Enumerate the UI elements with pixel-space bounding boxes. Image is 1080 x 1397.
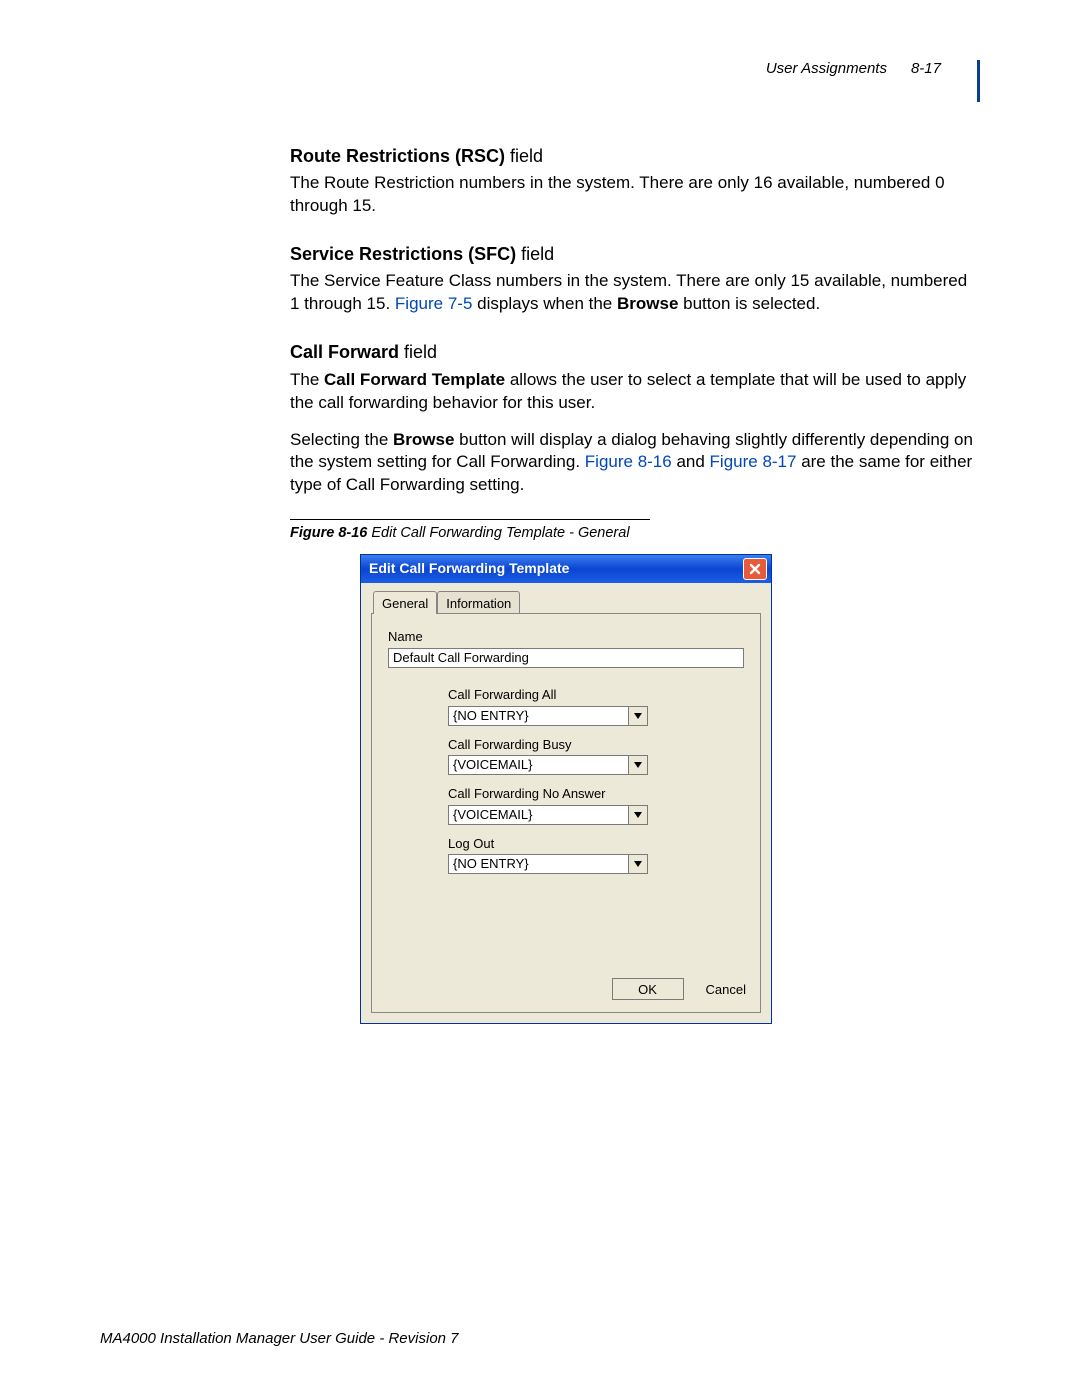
header-divider	[977, 60, 980, 102]
header-page-number: 8-17	[911, 60, 941, 77]
name-label: Name	[388, 628, 744, 646]
logout-label: Log Out	[448, 835, 744, 853]
forwarding-fields: Call Forwarding All {NO ENTRY} Call Forw…	[448, 686, 744, 874]
name-input[interactable]	[388, 648, 744, 668]
rsc-heading: Route Restrictions (RSC) field	[290, 144, 980, 168]
cf-busy-select[interactable]: {VOICEMAIL}	[448, 755, 648, 775]
close-button[interactable]	[743, 558, 767, 580]
figure-rule	[290, 519, 650, 520]
chevron-down-icon	[628, 855, 647, 873]
chevron-down-icon	[628, 806, 647, 824]
tab-panel-general: Name Call Forwarding All {NO ENTRY} Call…	[371, 613, 761, 1013]
dialog-titlebar[interactable]: Edit Call Forwarding Template	[361, 555, 771, 583]
close-icon	[749, 563, 761, 575]
chevron-down-icon	[628, 707, 647, 725]
rsc-body: The Route Restriction numbers in the sys…	[290, 172, 980, 218]
xref-figure-8-16[interactable]: Figure 8-16	[585, 452, 672, 471]
xref-figure-8-17[interactable]: Figure 8-17	[710, 452, 797, 471]
chevron-down-icon	[628, 756, 647, 774]
cf-body-1: The Call Forward Template allows the use…	[290, 369, 980, 415]
cf-noanswer-label: Call Forwarding No Answer	[448, 785, 744, 803]
tab-information[interactable]: Information	[437, 591, 520, 615]
dialog-title: Edit Call Forwarding Template	[369, 559, 569, 578]
cf-busy-label: Call Forwarding Busy	[448, 736, 744, 754]
cf-heading: Call Forward field	[290, 340, 980, 364]
xref-figure-7-5[interactable]: Figure 7-5	[395, 294, 472, 313]
logout-select[interactable]: {NO ENTRY}	[448, 854, 648, 874]
header-section: User Assignments	[766, 60, 887, 77]
cf-all-select[interactable]: {NO ENTRY}	[448, 706, 648, 726]
ok-button[interactable]: OK	[612, 978, 684, 1000]
cancel-button[interactable]: Cancel	[706, 981, 746, 999]
sfc-body: The Service Feature Class numbers in the…	[290, 270, 980, 316]
figure-caption: Figure 8-16 Edit Call Forwarding Templat…	[290, 524, 980, 544]
sfc-heading: Service Restrictions (SFC) field	[290, 242, 980, 266]
cf-all-label: Call Forwarding All	[448, 686, 744, 704]
page-header: User Assignments 8-17	[766, 60, 980, 102]
cf-noanswer-select[interactable]: {VOICEMAIL}	[448, 805, 648, 825]
page-footer: MA4000 Installation Manager User Guide -…	[100, 1330, 459, 1347]
tab-general[interactable]: General	[373, 591, 437, 615]
body-content: Route Restrictions (RSC) field The Route…	[290, 144, 980, 1024]
dialog-edit-call-forwarding: Edit Call Forwarding Template General In…	[360, 554, 772, 1025]
dialog-tabs: General Information	[373, 591, 761, 615]
cf-body-2: Selecting the Browse button will display…	[290, 429, 980, 498]
